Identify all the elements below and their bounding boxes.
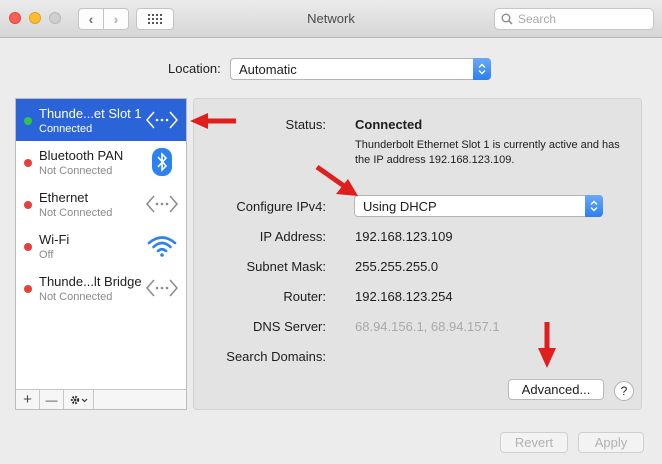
subnet-mask-value: 255.255.255.0 (355, 259, 439, 274)
service-item-wifi[interactable]: Wi-Fi Off (16, 225, 186, 267)
annotation-arrow-diagonal (315, 164, 358, 196)
service-item-bluetooth-pan[interactable]: Bluetooth PAN Not Connected (16, 141, 186, 183)
service-status: Not Connected (39, 291, 113, 303)
up-down-chevron-icon (473, 58, 491, 80)
service-item-thunderbolt-bridge[interactable]: Thunde...lt Bridge Not Connected (16, 267, 186, 309)
wifi-icon (146, 231, 178, 261)
annotation-arrow-down (538, 322, 556, 368)
configure-ipv4-value: Using DHCP (363, 198, 437, 214)
apply-button[interactable]: Apply (578, 432, 644, 453)
search-placeholder: Search (518, 12, 557, 26)
status-label: Status: (285, 117, 326, 132)
annotation-arrow-left (190, 113, 236, 129)
configure-ipv4-label: Configure IPv4: (236, 199, 326, 214)
search-field[interactable]: Search (494, 8, 654, 30)
search-domains-label: Search Domains: (226, 349, 326, 364)
subnet-mask-label: Subnet Mask: (246, 259, 327, 274)
title-bar: ‹ › Network Search (0, 0, 662, 38)
status-dot (24, 243, 32, 251)
service-status: Not Connected (39, 207, 113, 219)
location-select[interactable]: Automatic (230, 58, 491, 80)
router-value: 192.168.123.254 (355, 289, 453, 304)
search-icon (501, 13, 513, 25)
service-list: Thunde...et Slot 1 Connected Bluetooth P… (15, 98, 187, 410)
location-value: Automatic (239, 61, 297, 77)
advanced-button[interactable]: Advanced... (508, 379, 604, 400)
revert-button[interactable]: Revert (500, 432, 568, 453)
status-dot (24, 117, 32, 125)
service-item-ethernet[interactable]: Ethernet Not Connected (16, 183, 186, 225)
service-list-toolbar: + — (16, 389, 186, 409)
ip-address-value: 192.168.123.109 (355, 229, 453, 244)
ethernet-icon (146, 105, 178, 135)
status-dot (24, 159, 32, 167)
router-label: Router: (283, 289, 326, 304)
status-dot (24, 285, 32, 293)
service-status: Off (39, 249, 54, 261)
status-value: Connected (355, 117, 423, 132)
detail-panel: Status: Connected Thunderbolt Ethernet S… (193, 98, 642, 410)
service-status: Not Connected (39, 165, 113, 177)
service-name: Wi-Fi (39, 232, 70, 247)
gear-icon (70, 395, 87, 404)
ethernet-icon (146, 273, 178, 303)
dns-server-label: DNS Server: (253, 319, 326, 334)
service-name: Ethernet (39, 190, 89, 205)
up-down-chevron-icon (585, 195, 603, 217)
bluetooth-icon (146, 147, 178, 177)
help-button[interactable]: ? (614, 381, 634, 401)
location-label: Location: (168, 61, 221, 76)
service-status: Connected (39, 123, 93, 135)
status-dot (24, 201, 32, 209)
service-item-thunderbolt-ethernet[interactable]: Thunde...et Slot 1 Connected (16, 99, 186, 141)
dns-server-value: 68.94.156.1, 68.94.157.1 (355, 319, 500, 334)
service-name: Thunde...lt Bridge (39, 274, 142, 289)
ethernet-icon (146, 189, 178, 219)
action-menu-button[interactable] (64, 390, 94, 409)
configure-ipv4-select[interactable]: Using DHCP (354, 195, 603, 217)
status-description: Thunderbolt Ethernet Slot 1 is currently… (355, 139, 620, 166)
remove-service-button[interactable]: — (40, 390, 64, 409)
service-name: Bluetooth PAN (39, 148, 124, 163)
add-service-button[interactable]: + (16, 390, 40, 409)
ip-address-label: IP Address: (259, 229, 326, 244)
service-name: Thunde...et Slot 1 (39, 106, 142, 121)
